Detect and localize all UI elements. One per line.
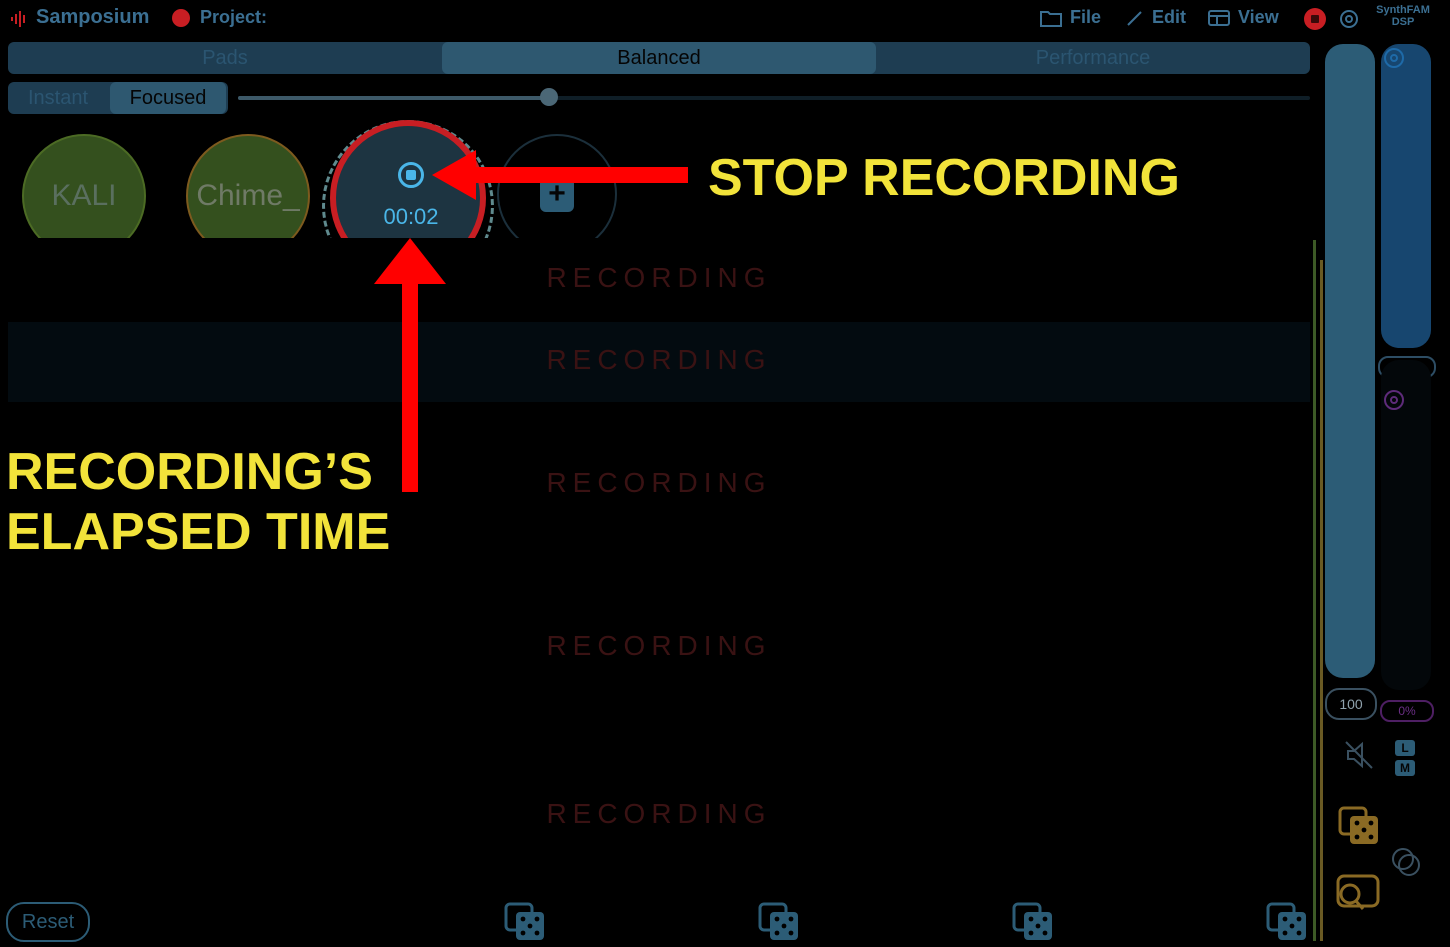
effect-percent-readout: 0% <box>1380 700 1434 722</box>
recording-row: RECORDING <box>546 630 772 661</box>
tab-performance[interactable]: Performance <box>876 42 1310 74</box>
elapsed-callout-line1: RECORDING’S <box>6 443 373 501</box>
pad-chime[interactable]: Chime_ <box>186 134 310 238</box>
edit-menu-label: Edit <box>1152 7 1186 27</box>
folder-icon <box>1040 10 1062 27</box>
tab-balanced[interactable]: Balanced <box>442 42 876 74</box>
slider-knob[interactable] <box>539 88 558 106</box>
elapsed-callout-line2: ELAPSED TIME <box>6 503 391 561</box>
dice-icon[interactable] <box>504 902 546 947</box>
tab-focused[interactable]: Focused <box>110 82 226 114</box>
pad-label: KALI <box>51 179 117 212</box>
brand-line1: SynthFAM <box>1376 4 1430 16</box>
record-stop-button[interactable] <box>1304 8 1326 30</box>
slider-fill <box>238 96 549 100</box>
settings-gear-icon[interactable] <box>1338 8 1360 35</box>
brand-line2: DSP <box>1391 16 1415 28</box>
stop-square-icon <box>1311 15 1319 23</box>
sub-tabs: Instant Focused <box>8 82 228 114</box>
search-chat-icon[interactable] <box>1332 874 1380 919</box>
app-title: Samposium <box>36 6 150 28</box>
edit-menu[interactable]: Edit <box>1126 7 1186 28</box>
view-menu[interactable]: View <box>1208 7 1279 28</box>
brand-label: SynthFAM DSP <box>1368 4 1438 28</box>
m-toggle[interactable]: M <box>1395 760 1415 776</box>
level-meter-left <box>1313 240 1316 941</box>
file-menu-label: File <box>1070 7 1102 27</box>
level-meter-right <box>1320 260 1323 941</box>
dice-icon[interactable] <box>758 902 800 947</box>
mode-tabs: Pads Balanced Performance <box>8 42 1310 74</box>
tab-instant[interactable]: Instant <box>8 82 108 114</box>
volume-readout: 100 <box>1325 688 1377 720</box>
stop-recording-icon[interactable] <box>398 162 424 188</box>
effect-gear-icon[interactable] <box>1382 388 1406 417</box>
volume-fader[interactable] <box>1325 44 1375 678</box>
view-menu-label: View <box>1238 7 1279 27</box>
pad-kali[interactable]: KALI <box>22 134 146 238</box>
waveform-icon <box>10 10 28 33</box>
dice-icon[interactable] <box>1266 902 1308 947</box>
tab-pads[interactable]: Pads <box>8 42 442 74</box>
recording-row: RECORDING <box>546 798 772 829</box>
recording-row: RECORDING <box>546 344 772 375</box>
filter-gear-icon[interactable] <box>1382 46 1406 75</box>
file-menu[interactable]: File <box>1040 7 1101 28</box>
filter-fader[interactable] <box>1381 44 1431 348</box>
elapsed-time-callout: RECORDING’S ELAPSED TIME <box>6 442 390 562</box>
stop-recording-callout: STOP RECORDING <box>708 149 1180 207</box>
pad-label: Chime_ <box>196 179 300 212</box>
record-status-icon <box>172 9 190 27</box>
dice-icon[interactable] <box>1338 806 1380 851</box>
overlap-circles-icon[interactable] <box>1388 846 1424 885</box>
recording-row: RECORDING <box>546 262 772 293</box>
recording-elapsed-time: 00:02 <box>383 204 439 229</box>
project-label: Project: <box>200 7 268 27</box>
stop-recording-arrow <box>432 150 688 200</box>
reset-button[interactable]: Reset <box>6 902 90 942</box>
dice-icon[interactable] <box>1012 902 1054 947</box>
layout-icon <box>1208 9 1230 26</box>
mute-icon[interactable] <box>1342 738 1376 777</box>
top-bar: Samposium Project: File Edit View SynthF… <box>0 0 1450 38</box>
l-toggle[interactable]: L <box>1395 740 1415 756</box>
pencil-icon <box>1127 10 1142 26</box>
